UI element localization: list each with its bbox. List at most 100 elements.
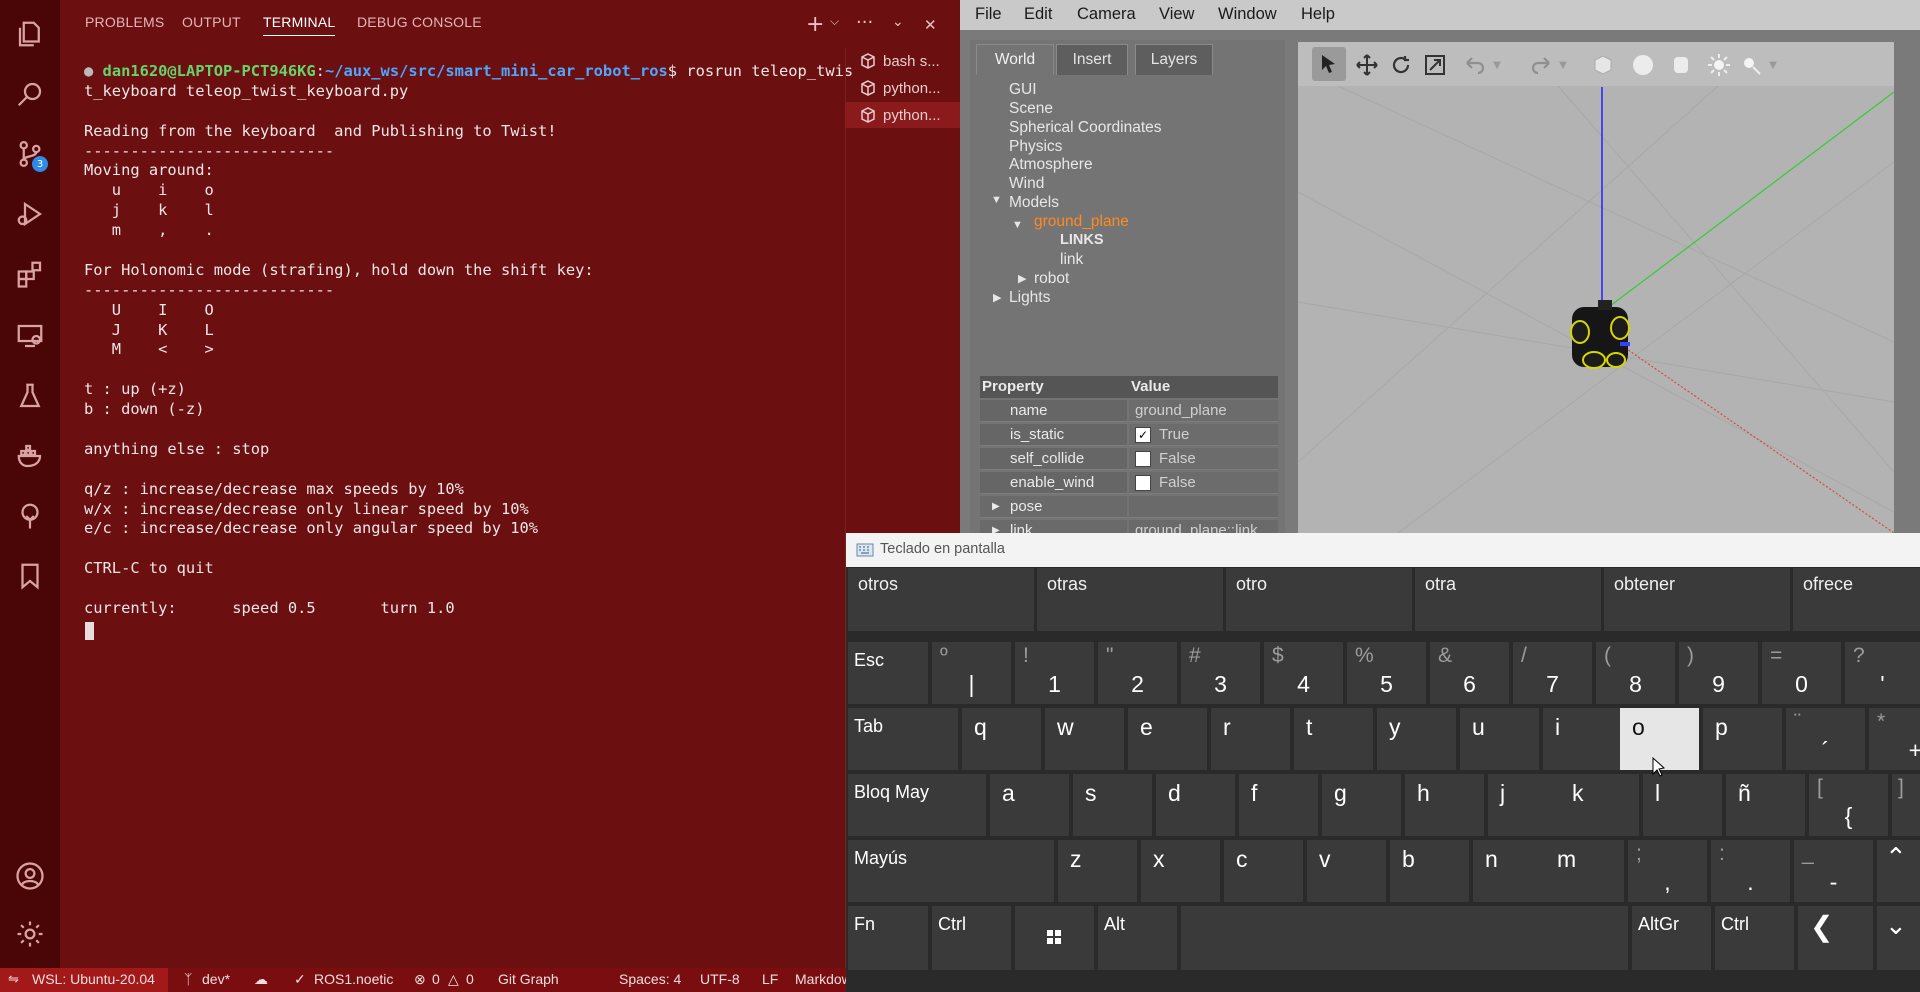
settings-gear-icon[interactable]: [14, 918, 46, 950]
key-windows[interactable]: [1015, 906, 1094, 970]
tree-gui[interactable]: GUI: [1009, 81, 1037, 99]
property-value-cell[interactable]: False: [1129, 448, 1278, 470]
key-shift-left[interactable]: Mayús: [848, 840, 1054, 902]
key-bracket-right[interactable]: ]: [1892, 774, 1920, 836]
box-shape-icon[interactable]: [1590, 52, 1616, 78]
suggestion[interactable]: ofrece: [1793, 568, 1920, 631]
redo-dropdown-icon[interactable]: ▼: [1556, 52, 1570, 78]
scale-mode-icon[interactable]: [1422, 52, 1448, 78]
docker-icon[interactable]: [14, 440, 46, 472]
search-icon[interactable]: [14, 78, 46, 110]
3d-viewport[interactable]: [1298, 42, 1894, 533]
account-icon[interactable]: [14, 860, 46, 892]
expand-arrow-icon[interactable]: ▼: [1012, 219, 1023, 231]
key-b[interactable]: b: [1390, 840, 1469, 902]
tab-insert[interactable]: Insert: [1056, 44, 1128, 75]
checkbox-checked[interactable]: ✓: [1135, 426, 1151, 443]
key-m[interactable]: m: [1545, 840, 1624, 902]
key-minus[interactable]: _ -: [1794, 840, 1873, 902]
key-w[interactable]: w: [1045, 708, 1124, 770]
key-space[interactable]: [1181, 906, 1628, 970]
terminal-output[interactable]: ● dan1620@LAPTOP-PCT946KG:~/aux_ws/src/s…: [84, 62, 853, 619]
key-altgr[interactable]: AltGr: [1632, 906, 1711, 970]
key-arrow-left[interactable]: ❮: [1798, 906, 1873, 970]
key-acute[interactable]: ¨ ´: [1786, 708, 1865, 770]
menu-view[interactable]: View: [1159, 5, 1194, 24]
menu-edit[interactable]: Edit: [1024, 5, 1052, 24]
sphere-shape-icon[interactable]: [1630, 52, 1656, 78]
key-t[interactable]: t: [1294, 708, 1373, 770]
tab-output[interactable]: OUTPUT: [182, 14, 241, 30]
key-n[interactable]: n: [1473, 840, 1552, 902]
suggestion[interactable]: otras: [1037, 568, 1223, 631]
key-x[interactable]: x: [1141, 840, 1220, 902]
property-value-cell[interactable]: False: [1129, 472, 1278, 494]
git-graph-button[interactable]: Git Graph: [498, 971, 559, 987]
encoding[interactable]: UTF-8: [700, 971, 740, 987]
sync-cloud-icon[interactable]: ☁: [254, 971, 268, 988]
key-l[interactable]: l: [1643, 774, 1722, 836]
key-a[interactable]: a: [990, 774, 1069, 836]
testing-icon[interactable]: [14, 380, 46, 412]
key-brace[interactable]: [{: [1809, 774, 1888, 836]
keyboard-titlebar[interactable]: Teclado en pantalla: [846, 533, 1920, 567]
error-count[interactable]: 0: [432, 971, 440, 987]
tree-wind[interactable]: Wind: [1009, 175, 1044, 193]
key-v[interactable]: v: [1307, 840, 1386, 902]
key-s[interactable]: s: [1073, 774, 1152, 836]
key-4[interactable]: $4: [1264, 642, 1343, 704]
property-row[interactable]: ▶ link ground_plane::link: [980, 520, 1278, 533]
property-value-cell[interactable]: ✓ True: [1129, 424, 1278, 446]
property-row[interactable]: ▶ pose: [980, 496, 1278, 518]
key-period[interactable]: :.: [1711, 840, 1790, 902]
undo-dropdown-icon[interactable]: ▼: [1490, 52, 1504, 78]
suggestion[interactable]: obtener: [1604, 568, 1790, 631]
undo-icon[interactable]: [1462, 52, 1488, 78]
key-fn[interactable]: Fn: [848, 906, 928, 970]
key-g[interactable]: g: [1322, 774, 1401, 836]
key-arrow-down[interactable]: ⌄: [1877, 906, 1920, 970]
key-comma[interactable]: ;,: [1628, 840, 1707, 902]
remote-indicator[interactable]: ⇋ WSL: Ubuntu-20.04: [0, 968, 168, 992]
expand-arrow-icon[interactable]: ▶: [992, 525, 1000, 533]
collapse-arrow-icon[interactable]: ▶: [993, 291, 1001, 304]
explorer-icon[interactable]: [14, 18, 46, 50]
ros-version[interactable]: ROS1.noetic: [314, 971, 393, 987]
property-value[interactable]: ground_plane: [1129, 400, 1278, 422]
menu-camera[interactable]: Camera: [1077, 5, 1136, 24]
tab-debug-console[interactable]: DEBUG CONSOLE: [357, 14, 482, 30]
key-arrow-up[interactable]: ⌃: [1877, 840, 1920, 902]
key-h[interactable]: h: [1405, 774, 1484, 836]
warning-count[interactable]: 0: [466, 971, 474, 987]
key-ctrl-left[interactable]: Ctrl: [932, 906, 1011, 970]
tree-models[interactable]: Models: [1009, 194, 1059, 212]
suggestion[interactable]: otra: [1415, 568, 1601, 631]
property-row[interactable]: name ground_plane: [980, 400, 1278, 422]
menu-window[interactable]: Window: [1218, 5, 1277, 24]
key-i[interactable]: i: [1543, 708, 1622, 770]
key-j[interactable]: j: [1488, 774, 1567, 836]
key-d[interactable]: d: [1156, 774, 1235, 836]
tree-link[interactable]: link: [1060, 251, 1083, 269]
tree-atmosphere[interactable]: Atmosphere: [1009, 156, 1093, 174]
tab-layers[interactable]: Layers: [1135, 44, 1213, 75]
key-plus[interactable]: * +: [1869, 708, 1920, 770]
checkbox-unchecked[interactable]: [1135, 450, 1151, 467]
key-u[interactable]: u: [1460, 708, 1539, 770]
bookmark-icon[interactable]: [14, 560, 46, 592]
key-8[interactable]: (8: [1596, 642, 1675, 704]
tree-spherical-coordinates[interactable]: Spherical Coordinates: [1009, 119, 1162, 137]
light-dropdown-icon[interactable]: ▼: [1766, 52, 1780, 78]
key-y[interactable]: y: [1377, 708, 1456, 770]
checkbox-unchecked[interactable]: [1135, 474, 1151, 491]
new-terminal-button[interactable]: +: [806, 12, 824, 37]
remote-explorer-icon[interactable]: [14, 320, 46, 352]
property-row[interactable]: enable_wind False: [980, 472, 1278, 494]
menu-file[interactable]: File: [975, 5, 1002, 24]
terminal-item-python-2[interactable]: python...: [846, 102, 961, 128]
line-ending[interactable]: LF: [762, 971, 778, 987]
key-k[interactable]: k: [1560, 774, 1639, 836]
key-alt[interactable]: Alt: [1098, 906, 1177, 970]
key-p[interactable]: p: [1703, 708, 1782, 770]
maximize-panel-icon[interactable]: ⌄: [892, 14, 904, 30]
